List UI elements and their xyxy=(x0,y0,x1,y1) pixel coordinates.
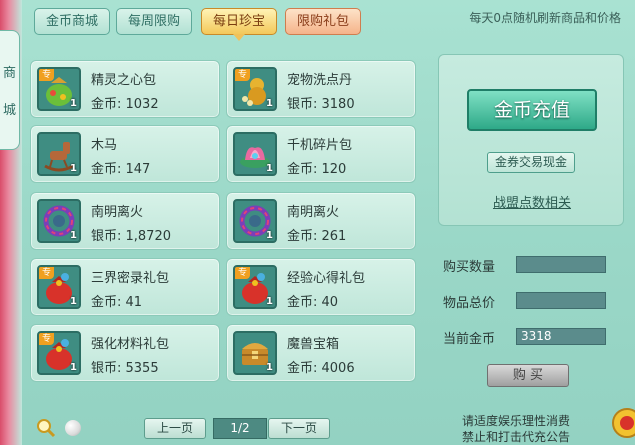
anti-proxy-notice-link[interactable]: 禁止和打击代充公告 xyxy=(462,428,570,445)
item-price: 金币: 41 xyxy=(91,295,143,310)
item-price: 金币: 1032 xyxy=(91,97,159,112)
exclusive-tag: 专 xyxy=(39,69,54,81)
quantity-input[interactable] xyxy=(516,256,606,273)
side-tab-label-top: 商 xyxy=(2,66,16,81)
total-price-field xyxy=(516,292,606,309)
item-card[interactable]: 1 魔兽宝箱 金币: 4006 xyxy=(226,324,416,382)
item-qty: 1 xyxy=(266,163,273,174)
refresh-notice: 每天0点随机刷新商品和价格 xyxy=(469,11,621,25)
red-gift-bag-icon: 专 1 xyxy=(233,265,277,309)
item-name: 三界密录礼包 xyxy=(91,271,170,286)
item-price: 金币: 4006 xyxy=(287,361,355,376)
item-name: 宠物洗点丹 xyxy=(287,73,353,88)
item-qty: 1 xyxy=(70,230,77,241)
item-card[interactable]: 专 1 三界密录礼包 金币: 41 xyxy=(30,258,220,316)
tab-daily-treasure[interactable]: 每日珍宝 xyxy=(201,8,277,41)
side-tab-mall[interactable]: 商 城 xyxy=(0,30,20,150)
quantity-label: 购买数量 xyxy=(443,260,496,275)
treasure-chest-icon: 1 xyxy=(233,331,277,375)
tab-weekly-limit[interactable]: 每周限购 xyxy=(116,8,192,35)
item-price: 金币: 120 xyxy=(287,162,347,177)
voucher-exchange-button[interactable]: 金券交易现金 xyxy=(487,152,575,173)
item-qty: 1 xyxy=(70,98,77,109)
item-qty: 1 xyxy=(266,230,273,241)
item-qty: 1 xyxy=(70,362,77,373)
item-qty: 1 xyxy=(70,296,77,307)
item-card[interactable]: 专 1 经验心得礼包 金币: 40 xyxy=(226,258,416,316)
fire-ring-icon: 1 xyxy=(233,199,277,243)
item-name: 精灵之心包 xyxy=(91,73,157,88)
item-price: 银币: 3180 xyxy=(287,97,355,112)
item-name: 南明离火 xyxy=(91,205,144,220)
item-name: 木马 xyxy=(91,138,118,153)
item-qty: 1 xyxy=(266,296,273,307)
item-name: 南明离火 xyxy=(287,205,340,220)
total-price-label: 物品总价 xyxy=(443,296,496,311)
prev-page-button[interactable]: 上一页 xyxy=(144,418,206,439)
gourd-pill-icon: 专 1 xyxy=(233,67,277,111)
side-tab-label-bottom: 城 xyxy=(2,103,16,118)
recharge-panel: 金币充值 金券交易现金 战盟点数相关 xyxy=(438,54,624,226)
rocking-horse-icon: 1 xyxy=(37,132,81,176)
tab-gold-mall[interactable]: 金币商城 xyxy=(34,8,110,35)
item-card[interactable]: 专 1 强化材料礼包 银币: 5355 xyxy=(30,324,220,382)
red-gift-bag-icon: 专 1 xyxy=(37,265,81,309)
item-price: 银币: 5355 xyxy=(91,361,159,376)
fire-ring-icon: 1 xyxy=(37,199,81,243)
next-page-button[interactable]: 下一页 xyxy=(268,418,330,439)
item-qty: 1 xyxy=(70,163,77,174)
lotus-fragment-icon: 1 xyxy=(233,132,277,176)
item-card[interactable]: 专 1 精灵之心包 金币: 1032 xyxy=(30,60,220,118)
item-card[interactable]: 1 千机碎片包 金币: 120 xyxy=(226,125,416,183)
magnifier-icon[interactable] xyxy=(36,418,56,438)
tab-limited-gift[interactable]: 限购礼包 xyxy=(285,8,361,35)
exclusive-tag: 专 xyxy=(235,69,250,81)
item-card[interactable]: 1 南明离火 银币: 1,8720 xyxy=(30,192,220,250)
moderation-notice: 请适度娱乐理性消费 xyxy=(462,414,571,428)
item-name: 魔兽宝箱 xyxy=(287,337,340,352)
red-gift-bag-icon: 专 1 xyxy=(37,331,81,375)
page-indicator: 1/2 xyxy=(213,418,267,439)
gold-recharge-button[interactable]: 金币充值 xyxy=(467,89,597,131)
exclusive-tag: 专 xyxy=(235,267,250,279)
alliance-points-link[interactable]: 战盟点数相关 xyxy=(439,192,625,211)
current-gold-field: 3318 xyxy=(516,328,606,345)
gift-bag-icon: 专 1 xyxy=(37,67,81,111)
item-qty: 1 xyxy=(266,362,273,373)
item-name: 经验心得礼包 xyxy=(287,271,366,286)
shop-window: 商 城 金币商城 每周限购 每日珍宝 限购礼包 每天0点随机刷新商品和价格 专 … xyxy=(0,0,635,445)
item-qty: 1 xyxy=(266,98,273,109)
exclusive-tag: 专 xyxy=(39,267,54,279)
exclusive-tag: 专 xyxy=(39,333,54,345)
item-price: 银币: 1,8720 xyxy=(91,229,171,244)
pearl-icon[interactable] xyxy=(65,420,81,436)
item-price: 金币: 261 xyxy=(287,229,347,244)
item-card[interactable]: 1 南明离火 金币: 261 xyxy=(226,192,416,250)
item-card[interactable]: 1 木马 金币: 147 xyxy=(30,125,220,183)
buy-button[interactable]: 购 买 xyxy=(487,364,569,387)
current-gold-label: 当前金币 xyxy=(443,332,496,347)
item-price: 金币: 147 xyxy=(91,162,151,177)
item-name: 强化材料礼包 xyxy=(91,337,170,352)
item-name: 千机碎片包 xyxy=(287,138,353,153)
item-price: 金币: 40 xyxy=(287,295,339,310)
item-card[interactable]: 专 1 宠物洗点丹 银币: 3180 xyxy=(226,60,416,118)
corner-emblem-icon xyxy=(612,408,635,438)
